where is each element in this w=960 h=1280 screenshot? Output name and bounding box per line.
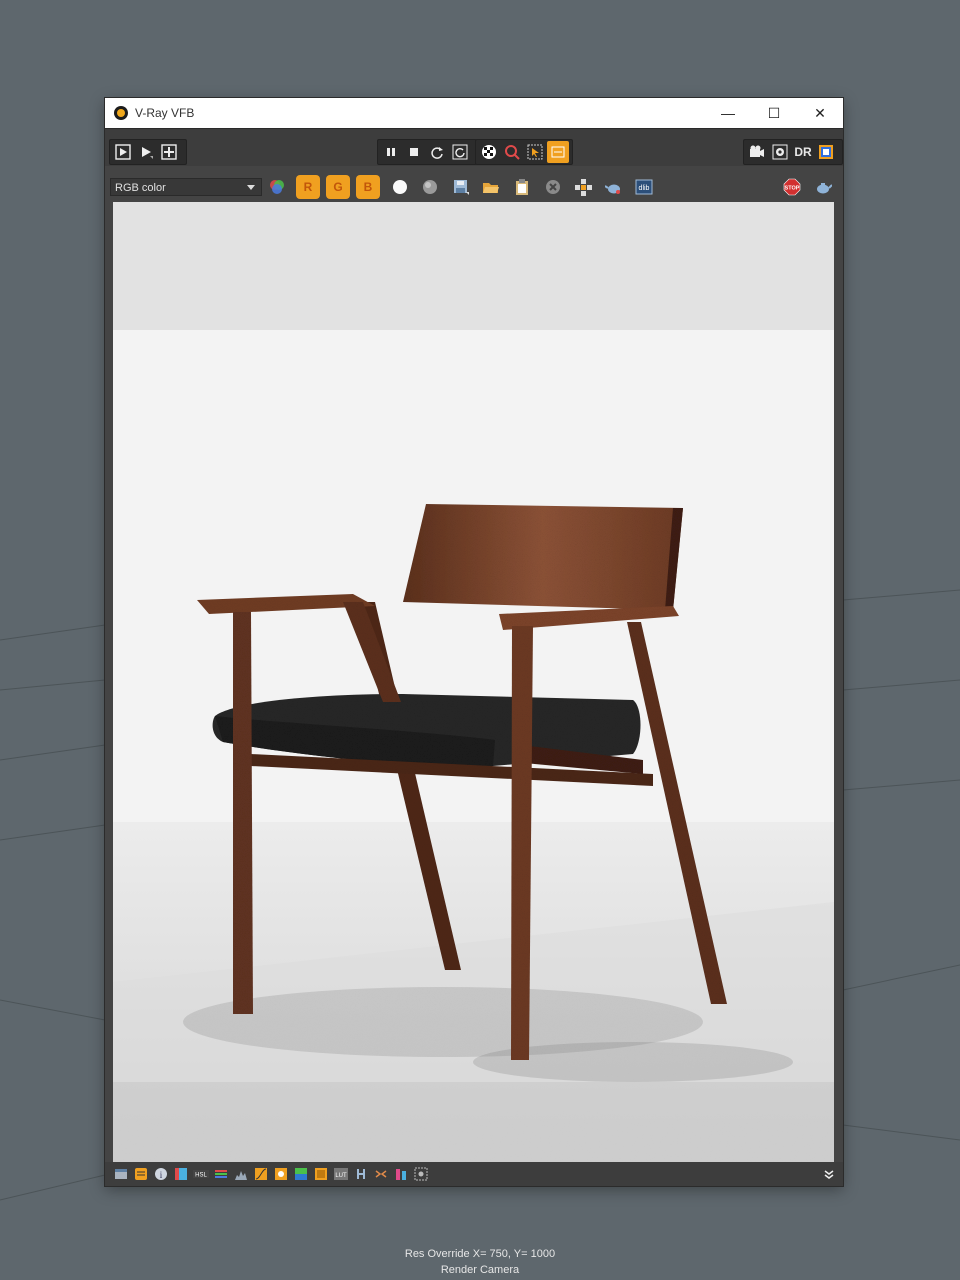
region-render-icon[interactable] xyxy=(158,141,180,163)
close-button[interactable]: ✕ xyxy=(797,98,843,128)
hsl-icon[interactable]: HSL xyxy=(193,1166,209,1182)
info-icon[interactable]: i xyxy=(153,1166,169,1182)
update-icon[interactable] xyxy=(449,141,471,163)
compare-icon[interactable] xyxy=(393,1166,409,1182)
histogram-icon[interactable] xyxy=(233,1166,249,1182)
status-res-override: Res Override X= 750, Y= 1000 xyxy=(404,1248,556,1260)
channel-select[interactable]: RGB color xyxy=(110,178,262,196)
svg-text:LUT: LUT xyxy=(335,1173,347,1179)
pick-icon[interactable] xyxy=(524,141,546,163)
channel-select-value: RGB color xyxy=(115,182,166,194)
color-swatch-icon[interactable] xyxy=(815,141,837,163)
gray-point-icon[interactable] xyxy=(418,175,442,199)
clipboard-icon[interactable] xyxy=(510,175,534,199)
clear-icon[interactable] xyxy=(541,175,565,199)
levels-icon[interactable] xyxy=(213,1166,229,1182)
corrections-bar: i HSL LUT xyxy=(105,1162,843,1186)
stop-render-icon[interactable]: STOP xyxy=(780,175,804,199)
teapot-alt-icon[interactable] xyxy=(811,175,835,199)
refresh-icon[interactable] xyxy=(426,141,448,163)
vray-vfb-window: V-Ray VFB — ☐ ✕ DR RGB color R G B dlib … xyxy=(105,98,843,1186)
svg-text:STOP: STOP xyxy=(785,186,800,192)
stop-icon[interactable] xyxy=(403,141,425,163)
teapot-icon[interactable] xyxy=(602,175,626,199)
lens-icon[interactable] xyxy=(501,141,523,163)
view-group xyxy=(475,139,573,165)
history-icon[interactable] xyxy=(133,1166,149,1182)
minimize-button[interactable]: — xyxy=(705,98,751,128)
split-icon[interactable] xyxy=(373,1166,389,1182)
h-icon[interactable] xyxy=(353,1166,369,1182)
expand-icon[interactable] xyxy=(821,1166,837,1182)
render-toolbar: DR xyxy=(105,128,843,167)
chevron-down-icon xyxy=(247,185,255,190)
save-icon[interactable] xyxy=(449,175,473,199)
white-balance-icon[interactable] xyxy=(293,1166,309,1182)
svg-text:HSL: HSL xyxy=(195,1173,207,1179)
lut-icon[interactable]: LUT xyxy=(333,1166,349,1182)
window-icon[interactable] xyxy=(113,1166,129,1182)
fit-icon[interactable] xyxy=(547,141,569,163)
lens-fx-icon[interactable] xyxy=(173,1166,189,1182)
settings-group: DR xyxy=(743,139,843,165)
pause-icon[interactable] xyxy=(380,141,402,163)
title-bar[interactable]: V-Ray VFB — ☐ ✕ xyxy=(105,98,843,128)
render-interactive-icon[interactable] xyxy=(135,141,157,163)
render-icon[interactable] xyxy=(112,141,134,163)
render-image[interactable] xyxy=(113,202,834,1162)
green-channel-button[interactable]: G xyxy=(326,175,350,199)
bg-icon[interactable] xyxy=(313,1166,329,1182)
white-point-icon[interactable] xyxy=(388,175,412,199)
blue-channel-button[interactable]: B xyxy=(356,175,380,199)
render-group xyxy=(109,139,187,165)
progress-group xyxy=(377,139,477,165)
dlib-icon[interactable]: dlib xyxy=(632,175,656,199)
render-settings-icon[interactable] xyxy=(746,141,768,163)
gear-icon[interactable] xyxy=(769,141,791,163)
red-channel-button[interactable]: R xyxy=(296,175,320,199)
color-corrections-icon[interactable] xyxy=(265,175,289,199)
window-title: V-Ray VFB xyxy=(135,106,195,120)
checker-icon[interactable] xyxy=(478,141,500,163)
stamp-icon[interactable] xyxy=(413,1166,429,1182)
svg-text:dlib: dlib xyxy=(639,185,650,192)
multi-chan-icon[interactable] xyxy=(571,175,595,199)
vray-logo-icon xyxy=(114,106,128,120)
maximize-button[interactable]: ☐ xyxy=(751,98,797,128)
exposure-icon[interactable] xyxy=(273,1166,289,1182)
distributed-render-icon[interactable]: DR xyxy=(792,141,814,163)
open-icon[interactable] xyxy=(479,175,503,199)
chair-render xyxy=(113,202,834,1162)
status-render-camera: Render Camera xyxy=(440,1264,520,1276)
curves-icon[interactable] xyxy=(253,1166,269,1182)
